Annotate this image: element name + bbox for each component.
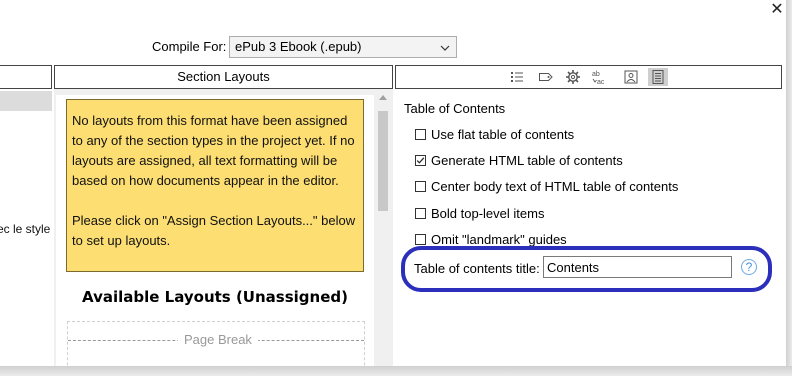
image-icon[interactable] <box>623 69 639 85</box>
label-tag-icon[interactable] <box>538 69 554 85</box>
left-pane-clipped-text: ec le style <box>0 222 51 236</box>
option-label: Center body text of HTML table of conten… <box>431 179 679 194</box>
gear-icon[interactable] <box>565 69 581 85</box>
checkbox[interactable] <box>415 129 426 140</box>
no-layouts-note: No layouts from this format have been as… <box>66 99 364 272</box>
page-break-label: Page Break <box>178 332 258 347</box>
document-tab[interactable] <box>648 68 668 86</box>
section-layouts-pane: No layouts from this format have been as… <box>54 89 393 366</box>
list-icon[interactable] <box>509 69 525 85</box>
checkbox[interactable] <box>415 234 426 245</box>
option-label: Generate HTML table of contents <box>431 153 623 168</box>
section-layouts-header: Section Layouts <box>54 65 393 89</box>
compile-for-label: Compile For: <box>152 39 227 54</box>
left-pane-header <box>0 65 52 89</box>
text-replace-icon[interactable]: ab ac <box>592 69 608 85</box>
compile-window: ✕ Compile For: ePub 3 Ebook (.epub) ec l… <box>0 0 786 366</box>
checkbox[interactable] <box>415 208 426 219</box>
option-label: Bold top-level items <box>431 206 545 221</box>
help-icon[interactable]: ? <box>741 259 757 275</box>
left-pane: ec le style <box>0 89 52 366</box>
compile-for-select[interactable]: ePub 3 Ebook (.epub) <box>229 36 457 58</box>
toc-heading: Table of Contents <box>404 101 506 116</box>
scroll-up-arrow[interactable] <box>379 95 387 100</box>
note-paragraph: No layouts from this format have been as… <box>72 113 355 188</box>
option-label: Use flat table of contents <box>431 127 575 142</box>
toc-title-label: Table of contents title: <box>414 261 540 276</box>
chevron-down-icon <box>440 45 450 51</box>
svg-text:ab: ab <box>592 71 600 78</box>
checkmark-icon <box>416 157 425 164</box>
window-shadow-right <box>786 0 792 376</box>
checkbox[interactable] <box>415 181 426 192</box>
vertical-scrollbar[interactable] <box>375 89 391 366</box>
options-toolbar: ab ac <box>395 65 782 89</box>
checkbox-checked[interactable] <box>415 155 426 166</box>
document-icon <box>652 70 664 84</box>
scrollbar-thumb[interactable] <box>378 111 388 211</box>
toc-options-pane: Table of Contents Use flat table of cont… <box>395 89 786 366</box>
section-layouts-list: No layouts from this format have been as… <box>56 95 374 366</box>
available-layouts-heading: Available Layouts (Unassigned) <box>82 288 348 306</box>
left-pane-selected-row[interactable] <box>0 91 52 111</box>
toc-title-input[interactable] <box>543 256 732 278</box>
svg-text:ac: ac <box>597 79 605 85</box>
close-icon[interactable]: ✕ <box>768 1 786 19</box>
window-shadow-bottom <box>0 366 792 376</box>
compile-for-value: ePub 3 Ebook (.epub) <box>235 39 362 54</box>
note-paragraph: Please click on "Assign Section Layouts.… <box>72 213 356 248</box>
page-break-layout-card[interactable]: Page Break <box>67 321 365 366</box>
